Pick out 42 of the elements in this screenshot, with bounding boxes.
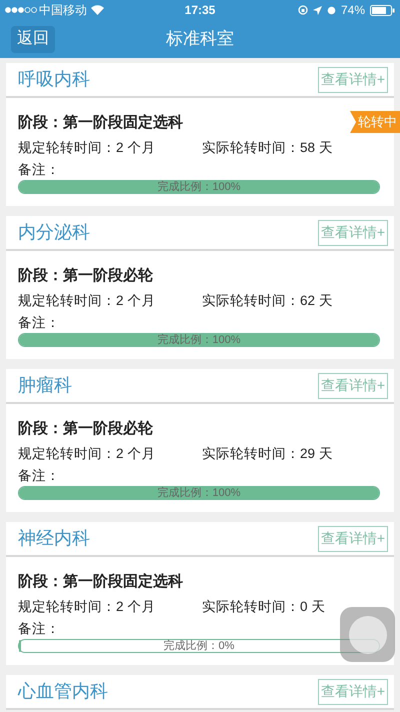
battery-percent: 74% [340,2,365,19]
remark-label: 备注： [18,314,61,332]
actual-duration: 实际轮转时间：62 天 [202,292,333,310]
back-button[interactable]: 返回 [11,26,55,52]
battery-icon [370,4,395,16]
actual-duration: 实际轮转时间：58 天 [202,138,333,157]
details-button[interactable]: 查看详情+ [318,220,388,246]
planned-duration: 规定轮转时间：2 个月 [18,598,156,616]
progress-label: 完成比例：0% [164,640,234,652]
floating-button[interactable] [340,607,395,662]
department-title: 神经内科 [18,527,90,550]
progress-label: 完成比例：100% [157,334,241,346]
actual-duration: 实际轮转时间：0 天 [202,598,326,616]
progress-label: 完成比例：100% [157,181,241,193]
carrier-name: 中国移动 [39,2,87,19]
clock-time: 17:35 [184,2,216,19]
remark-label: 备注： [18,160,61,179]
planned-duration: 规定轮转时间：2 个月 [18,444,156,463]
details-button[interactable]: 查看详情+ [318,372,388,398]
details-button[interactable]: 查看详情+ [318,526,388,552]
wifi-icon [91,5,104,15]
details-button[interactable]: 查看详情+ [318,66,388,92]
location-icon [312,6,322,14]
signal-icon [5,7,37,13]
status-badge: 轮转中 [350,111,400,133]
department-title: 内分泌科 [18,221,90,244]
planned-duration: 规定轮转时间：2 个月 [18,138,156,157]
stage-text: 阶段：第一阶段固定选科 [18,113,183,133]
planned-duration: 规定轮转时间：2 个月 [18,292,156,310]
rotation-lock-icon [298,5,308,15]
page-title: 标准科室 [166,28,234,50]
progress-label: 完成比例：100% [157,487,241,499]
department-title: 呼吸内科 [18,68,90,91]
department-title: 心血管内科 [18,680,108,703]
remark-label: 备注： [18,466,61,485]
stage-text: 阶段：第一阶段固定选科 [18,572,183,592]
actual-duration: 实际轮转时间：29 天 [202,444,333,463]
stage-text: 阶段：第一阶段必轮 [18,419,153,439]
department-title: 肿瘤科 [18,374,72,397]
remark-label: 备注： [18,620,61,638]
details-button[interactable]: 查看详情+ [318,678,388,704]
stage-text: 阶段：第一阶段必轮 [18,266,153,286]
